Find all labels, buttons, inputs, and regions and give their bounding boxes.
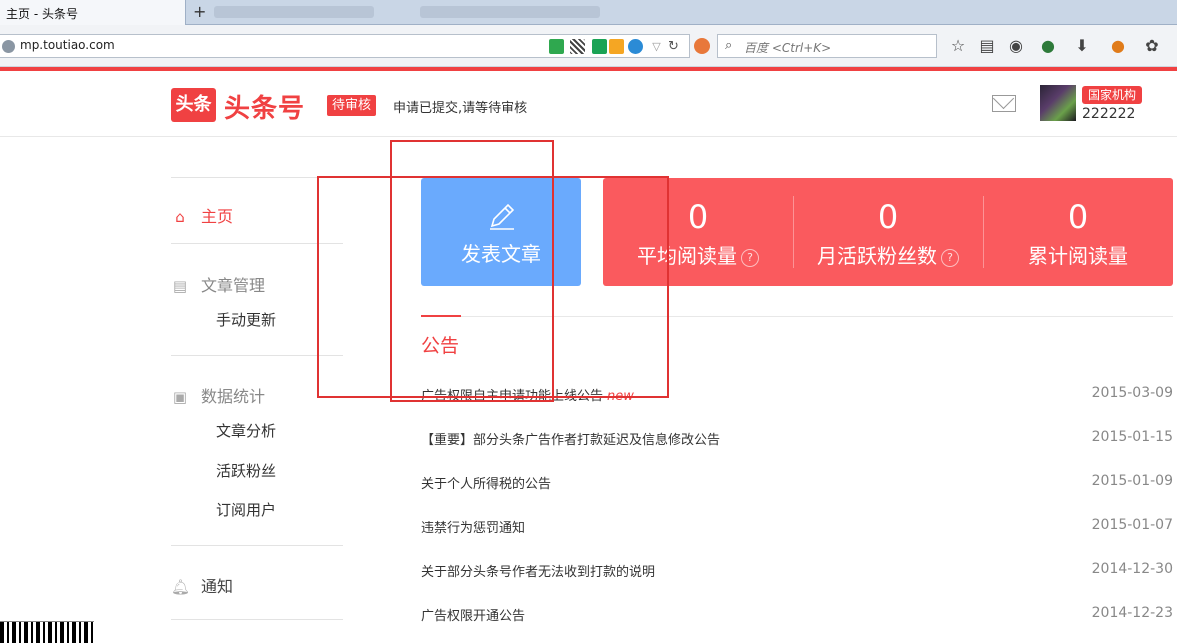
notice-date: 2014-12-30 — [1091, 561, 1173, 577]
notice-date: 2015-01-07 — [1091, 517, 1173, 533]
sidebar-item-subscribers[interactable]: 订阅用户 — [216, 499, 276, 520]
notice-date: 2015-01-15 — [1091, 429, 1173, 445]
sidebar-item-label: 通知 — [201, 577, 234, 596]
bell-icon: 🔔︎ — [171, 578, 191, 596]
sidebar-group-data-stats[interactable]: ▣ 数据统计 — [171, 383, 265, 407]
mail-icon[interactable] — [992, 95, 1016, 112]
notice-date: 2015-01-09 — [1091, 473, 1173, 489]
help-icon[interactable]: ? — [741, 249, 759, 267]
sidebar-item-home[interactable]: ⌂ 主页 — [171, 203, 233, 227]
qr-code-fragment — [0, 621, 94, 643]
help-icon[interactable]: ? — [941, 249, 959, 267]
annotation-rectangle — [317, 176, 669, 398]
notice-link[interactable]: 关于部分头条号作者无法收到打款的说明 — [421, 561, 655, 580]
sidebar-group-article-management[interactable]: ▤ 文章管理 — [171, 272, 265, 296]
wave-extension-icon[interactable] — [628, 39, 643, 54]
download-icon[interactable]: ⬇ — [1071, 35, 1093, 57]
green-extension-icon[interactable]: ● — [1037, 35, 1059, 57]
search-placeholder: 百度 <Ctrl+K> — [744, 41, 832, 55]
stat-total-reads: 0 累计阅读量 — [983, 178, 1173, 286]
search-icon: ⌕ — [725, 38, 733, 53]
notice-row[interactable]: 关于个人所得税的公告 2015-01-09 — [421, 473, 1173, 493]
status-badge: 待审核 — [327, 95, 377, 116]
stat-value: 0 — [1067, 198, 1089, 236]
stat-label: 月活跃粉丝数 — [817, 244, 937, 268]
stat-value: 0 — [877, 198, 899, 236]
document-icon: ▤ — [172, 277, 188, 295]
chart-icon: ▣ — [172, 388, 188, 406]
avatar[interactable] — [1040, 85, 1076, 121]
sidebar-item-active-fans[interactable]: 活跃粉丝 — [216, 460, 276, 481]
browser-tab-active[interactable]: 主页 - 头条号 — [0, 0, 186, 25]
notice-link[interactable]: 关于个人所得税的公告 — [421, 473, 551, 492]
notice-link[interactable]: 广告权限开通公告 — [421, 605, 525, 624]
notice-date: 2014-12-23 — [1091, 605, 1173, 621]
notice-date: 2015-03-09 — [1091, 385, 1173, 401]
chart-extension-icon[interactable] — [609, 39, 624, 54]
search-box[interactable]: ⌕ 百度 <Ctrl+K> — [717, 34, 937, 58]
notice-row[interactable]: 广告权限开通公告 2014-12-23 — [421, 605, 1173, 625]
sidebar-item-label: 文章管理 — [201, 276, 266, 295]
sidebar-item-manual-update[interactable]: 手动更新 — [216, 309, 276, 330]
notice-link[interactable]: 【重要】部分头条广告作者打款延迟及信息修改公告 — [421, 429, 720, 448]
bookmark-star-icon[interactable]: ☆ — [947, 35, 969, 57]
shield-extension-icon[interactable] — [549, 39, 564, 54]
username[interactable]: 222222 — [1082, 106, 1135, 122]
browser-nav-bar: mp.toutiao.com ▽ ↻ ⌕ 百度 <Ctrl+K> ☆ ▤ ◉ ●… — [0, 25, 1177, 67]
globe-icon — [2, 40, 15, 53]
basketball-extension-icon[interactable] — [694, 38, 710, 54]
logo-badge[interactable]: 头条 — [171, 88, 216, 122]
reading-list-icon[interactable]: ▤ — [976, 35, 998, 57]
stat-label: 累计阅读量 — [1028, 244, 1128, 268]
address-url[interactable]: mp.toutiao.com — [20, 38, 115, 52]
stats-panel: 0 平均阅读量? 0 月活跃粉丝数? 0 累计阅读量 — [603, 178, 1173, 286]
notice-link[interactable]: 违禁行为惩罚通知 — [421, 517, 525, 536]
stat-monthly-active-fans: 0 月活跃粉丝数? — [793, 178, 983, 286]
browser-tab-bar: 主页 - 头条号 + — [0, 0, 1177, 25]
logo-text[interactable]: 头条号 — [224, 88, 305, 125]
dropdown-arrow-icon[interactable]: ▽ — [649, 39, 664, 54]
sidebar-item-notifications[interactable]: 🔔︎ 通知 — [171, 573, 233, 597]
profile-globe-icon[interactable]: ◉ — [1005, 35, 1027, 57]
sidebar-divider — [171, 545, 343, 546]
sidebar-item-label: 主页 — [201, 207, 234, 226]
new-tab-button[interactable]: + — [193, 2, 206, 22]
g-extension-icon[interactable] — [592, 39, 607, 54]
sidebar-divider — [171, 619, 343, 620]
org-badge: 国家机构 — [1082, 86, 1143, 104]
home-icon: ⌂ — [175, 208, 185, 226]
sidebar-item-article-analysis[interactable]: 文章分析 — [216, 420, 276, 441]
sidebar-item-label: 数据统计 — [201, 387, 266, 406]
palette-icon[interactable]: ✿ — [1141, 35, 1163, 57]
notice-row[interactable]: 关于部分头条号作者无法收到打款的说明 2014-12-30 — [421, 561, 1173, 581]
qr-code-icon[interactable] — [570, 39, 585, 54]
notice-row[interactable]: 违禁行为惩罚通知 2015-01-07 — [421, 517, 1173, 537]
status-message: 申请已提交,请等待审核 — [393, 101, 528, 116]
orange-extension-icon[interactable]: ● — [1107, 35, 1129, 57]
browser-tab-blurred[interactable] — [214, 6, 374, 18]
site-header: 头条 头条号 待审核 申请已提交,请等待审核 国家机构 222222 — [0, 71, 1177, 137]
reload-icon[interactable]: ↻ — [666, 39, 681, 54]
address-bar[interactable]: mp.toutiao.com ▽ ↻ — [0, 34, 690, 58]
notice-row[interactable]: 【重要】部分头条广告作者打款延迟及信息修改公告 2015-01-15 — [421, 429, 1173, 449]
browser-tab-blurred[interactable] — [420, 6, 600, 18]
